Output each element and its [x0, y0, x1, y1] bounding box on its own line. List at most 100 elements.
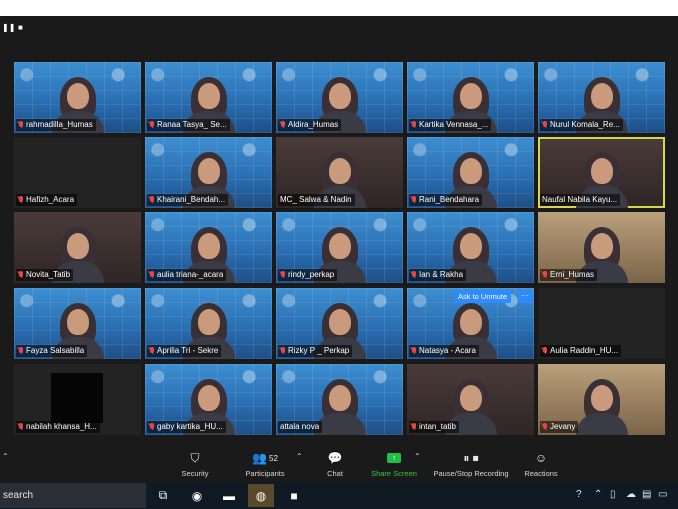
reactions-label: Reactions: [524, 469, 558, 478]
participant-name: Fayza Salsabilla: [26, 346, 85, 355]
participant-name-bar: Ranaa Tasya_ Se...: [147, 119, 230, 131]
muted-mic-icon: [18, 195, 24, 205]
participant-name: Natasya - Acara: [419, 346, 476, 355]
participant-name: Aprilia Tri - Sekre: [157, 346, 219, 355]
participant-video: [575, 377, 628, 435]
task-view-icon[interactable]: ⧉: [150, 484, 176, 507]
participant-name-bar: gaby kartika_HU...: [147, 421, 226, 433]
muted-mic-icon: [542, 270, 548, 280]
participant-tile[interactable]: rahmadilla_Humas: [14, 62, 141, 133]
participant-tile[interactable]: Aprilia Tri - Sekre: [145, 288, 272, 359]
taskbar-search-box[interactable]: search: [0, 483, 146, 508]
muted-mic-icon: [280, 270, 286, 280]
participant-tile[interactable]: rindy_perkap: [276, 212, 403, 283]
participant-name: Ian & Rakha: [419, 270, 464, 279]
stop-icon[interactable]: ■: [18, 24, 26, 32]
participant-name: Khairani_Bendah...: [157, 195, 226, 204]
share-caret-icon[interactable]: ⌃: [414, 452, 421, 461]
participant-name-bar: Fayza Salsabilla: [16, 345, 88, 357]
muted-mic-icon: [149, 346, 155, 356]
participant-tile[interactable]: Hafizh_Acara: [14, 137, 141, 208]
participant-name: Rani_Bendahara: [419, 195, 480, 204]
muted-mic-icon: [280, 120, 286, 130]
participants-caret-icon[interactable]: ⌃: [296, 452, 303, 461]
meeting-toolbar: ⌃ ⛉ Security 👥 52 Participants ⌃ 💬 Chat ↑…: [0, 440, 678, 482]
shield-icon: ⛉: [190, 450, 200, 465]
participant-name: Jevany: [550, 422, 576, 431]
participant-tile[interactable]: Ranaa Tasya_ Se...: [145, 62, 272, 133]
reactions-button[interactable]: ☺ Reactions: [522, 442, 560, 480]
network-icon[interactable]: ▤: [642, 489, 651, 500]
muted-mic-icon: [18, 120, 24, 130]
participant-name: Aldira_Humas: [288, 120, 339, 129]
participant-name-bar: Rani_Bendahara: [409, 194, 483, 206]
share-screen-button[interactable]: ↑ Share Screen: [368, 442, 420, 480]
muted-mic-icon: [411, 270, 417, 280]
participant-name: attala nova: [280, 422, 320, 431]
line-app-icon[interactable]: ◍: [248, 484, 274, 507]
participant-tile[interactable]: Kartika Vennasa_...: [407, 62, 534, 133]
chat-button[interactable]: 💬 Chat: [320, 442, 350, 480]
security-button[interactable]: ⛉ Security: [178, 442, 212, 480]
participant-name: Nurul Komala_Re...: [550, 120, 620, 129]
participant-name: aulia triana-_acara: [157, 270, 224, 279]
participant-tile[interactable]: Rani_Bendahara: [407, 137, 534, 208]
participant-tile[interactable]: Erni_Humas: [538, 212, 665, 283]
tile-more-button[interactable]: ···: [518, 290, 532, 303]
pause-stop-recording-button[interactable]: ⏸ ⏹ Pause/Stop Recording: [430, 442, 512, 480]
participant-tile[interactable]: gaby kartika_HU...: [145, 364, 272, 435]
muted-mic-icon: [411, 120, 417, 130]
file-explorer-icon[interactable]: ▬: [216, 484, 242, 507]
muted-mic-icon: [18, 422, 24, 432]
participant-name: Erni_Humas: [550, 270, 595, 279]
muted-mic-icon: [149, 422, 155, 432]
participant-tile[interactable]: Khairani_Bendah...: [145, 137, 272, 208]
participant-name: Kartika Vennasa_...: [419, 120, 489, 129]
participant-tile[interactable]: Ian & Rakha: [407, 212, 534, 283]
participant-tile[interactable]: aulia triana-_acara: [145, 212, 272, 283]
participant-name: rindy_perkap: [288, 270, 335, 279]
muted-mic-icon: [411, 195, 417, 205]
participant-tile[interactable]: Fayza Salsabilla: [14, 288, 141, 359]
participant-tile[interactable]: Aldira_Humas: [276, 62, 403, 133]
muted-mic-icon: [18, 346, 24, 356]
participant-name-bar: MC_ Salwa & Nadin: [278, 194, 355, 206]
chat-icon: 💬: [327, 451, 343, 465]
ask-to-unmute-button[interactable]: Ask to Unmute: [454, 290, 512, 303]
device-icon[interactable]: ▯: [610, 489, 616, 500]
cloud-icon[interactable]: ☁: [626, 489, 636, 500]
participant-name: Rizky P _ Perkap: [288, 346, 350, 355]
participant-tile[interactable]: Aulia Raddin_HU...: [538, 288, 665, 359]
participant-tile[interactable]: MC_ Salwa & Nadin: [276, 137, 403, 208]
muted-mic-icon: [542, 346, 548, 356]
participant-tile[interactable]: intan_tatib: [407, 364, 534, 435]
participant-tile[interactable]: nabilah khansa_H...: [14, 364, 141, 435]
participant-tile[interactable]: Rizky P _ Perkap: [276, 288, 403, 359]
audio-options-caret-icon[interactable]: ⌃: [2, 452, 9, 461]
view-bar: ❚❚ ■: [0, 16, 678, 42]
zoom-app-icon[interactable]: ■: [281, 484, 307, 507]
participant-tile[interactable]: attala nova: [276, 364, 403, 435]
tray-overflow-icon[interactable]: ⌃: [594, 489, 602, 500]
muted-mic-icon: [149, 195, 155, 205]
participant-name-bar: Erni_Humas: [540, 269, 598, 281]
participant-name-bar: intan_tatib: [409, 421, 459, 433]
participant-name: nabilah khansa_H...: [26, 422, 97, 431]
help-icon[interactable]: ?: [576, 489, 582, 500]
chrome-icon[interactable]: ◉: [184, 484, 210, 507]
participant-name-bar: Naufal Nabila Kayu...: [540, 194, 621, 206]
participant-name: Hafizh_Acara: [26, 195, 75, 204]
participant-tile[interactable]: Novita_Tatib: [14, 212, 141, 283]
participant-name-bar: rindy_perkap: [278, 269, 338, 281]
muted-mic-icon: [280, 346, 286, 356]
participant-tile[interactable]: Jevany: [538, 364, 665, 435]
pause-icon[interactable]: ❚❚: [2, 24, 15, 32]
participant-name: Novita_Tatib: [26, 270, 71, 279]
battery-icon[interactable]: ▭: [658, 489, 667, 500]
participant-name-bar: Khairani_Bendah...: [147, 194, 229, 206]
participants-icon: 👥 52: [252, 451, 278, 465]
participant-name-bar: Aulia Raddin_HU...: [540, 345, 622, 357]
participant-tile[interactable]: Naufal Nabila Kayu...: [538, 137, 665, 208]
participants-button[interactable]: 👥 52 Participants: [242, 442, 288, 480]
participant-tile[interactable]: Nurul Komala_Re...: [538, 62, 665, 133]
